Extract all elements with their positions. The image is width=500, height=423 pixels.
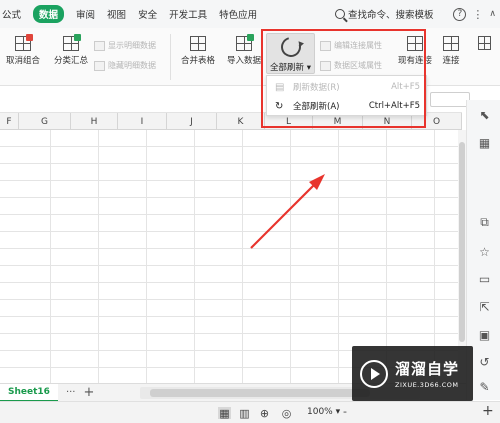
add-sheet-button[interactable]: + xyxy=(83,385,94,400)
play-logo-icon xyxy=(360,359,388,388)
ribbon-separator xyxy=(170,34,171,80)
menu-right-controls: ? ⋮ ∧ xyxy=(453,0,496,28)
merge-tables-button[interactable]: 合并表格 xyxy=(175,36,221,66)
menu-view[interactable]: 视图 xyxy=(101,0,132,28)
existing-connection-label: 现有连接 xyxy=(397,56,432,66)
table-icon[interactable]: ▦ xyxy=(478,136,491,150)
refresh-all-item-label: 全部刷新(A) xyxy=(293,102,340,112)
hide-detail-label: 隐藏明细数据 xyxy=(108,61,156,70)
subtotal-label: 分类汇总 xyxy=(53,56,88,66)
refresh-data-icon: ▤ xyxy=(275,81,285,93)
edit-connection-label: 编辑连接属性 xyxy=(334,41,382,50)
ungroup-button[interactable]: 取消组合 xyxy=(0,34,48,66)
show-detail-button[interactable]: 显示明细数据 xyxy=(94,40,156,51)
column-header[interactable]: K xyxy=(217,113,265,130)
menu-formulas[interactable]: 公式 xyxy=(0,0,27,28)
refresh-all-label: 全部刷新 ▾ xyxy=(270,63,311,73)
refresh-data-label: 刷新数据(R) xyxy=(293,83,340,93)
watermark-title: 溜溜自学 xyxy=(395,360,460,378)
refresh-all-button[interactable]: 全部刷新 ▾ xyxy=(266,33,315,74)
edit-connection-icon xyxy=(320,40,331,51)
ungroup-label: 取消组合 xyxy=(5,56,40,66)
collapse-ribbon-icon[interactable]: ∧ xyxy=(489,9,496,19)
archive-icon[interactable]: ▭ xyxy=(478,272,491,286)
select-cursor-icon[interactable]: ⬉ xyxy=(478,108,491,122)
status-bar: ▦ ▥ ⊕ ◎ 100% ▾ - + xyxy=(0,401,500,423)
image-icon[interactable]: ▣ xyxy=(478,328,491,342)
subtotal-button[interactable]: 分类汇总 xyxy=(50,34,92,66)
connect-button[interactable]: 连接 xyxy=(438,36,464,66)
page-layout-icon[interactable]: ▥ xyxy=(238,407,251,420)
subtotal-icon xyxy=(63,34,81,51)
merge-tables-label: 合并表格 xyxy=(180,56,215,66)
refresh-all-icon: ↻ xyxy=(275,100,284,112)
connect-label: 连接 xyxy=(442,56,460,66)
refresh-data-item[interactable]: ▤ 刷新数据(R) Alt+F5 xyxy=(267,78,426,96)
copy-icon[interactable]: ⧉ xyxy=(478,215,491,229)
refresh-data-shortcut: Alt+F5 xyxy=(391,82,420,92)
search-label: 查找命令、搜索模板 xyxy=(348,10,434,21)
column-header[interactable]: F xyxy=(0,113,19,130)
watermark: 溜溜自学 ZIXUE.3D66.COM xyxy=(352,346,473,401)
menu-security[interactable]: 安全 xyxy=(132,0,163,28)
existing-connection-button[interactable]: 现有连接 xyxy=(394,36,436,66)
sheet-tab-sheet16[interactable]: Sheet16 xyxy=(0,383,58,402)
zoom-in-button[interactable]: + xyxy=(482,403,494,419)
edit-connection-button[interactable]: 编辑连接属性 xyxy=(320,40,382,51)
page-break-icon[interactable]: ⊕ xyxy=(258,407,271,420)
zoom-out-button[interactable]: - xyxy=(343,405,347,418)
data-range-label: 数据区域属性 xyxy=(334,61,382,70)
zoom-level[interactable]: 100% ▾ xyxy=(307,407,340,417)
command-search[interactable]: 查找命令、搜索模板 xyxy=(335,0,434,28)
history-icon[interactable]: ↺ xyxy=(478,355,491,369)
refresh-all-shortcut: Ctrl+Alt+F5 xyxy=(368,101,420,111)
share-icon[interactable]: ⇱ xyxy=(478,300,491,314)
column-header[interactable]: J xyxy=(167,113,217,130)
import-data-button[interactable]: 导入数据 xyxy=(224,34,264,66)
import-data-icon xyxy=(236,34,254,51)
menu-data[interactable]: 数据 xyxy=(27,0,70,28)
help-icon[interactable]: ? xyxy=(453,7,467,21)
extra-ribbon-button[interactable] xyxy=(472,36,496,53)
column-header[interactable]: I xyxy=(118,113,167,130)
menu-developer[interactable]: 开发工具 xyxy=(163,0,213,28)
search-icon xyxy=(335,9,345,19)
data-range-button[interactable]: 数据区域属性 xyxy=(320,60,382,71)
refresh-dropdown-menu: ▤ 刷新数据(R) Alt+F5 ↻ 全部刷新(A) Ctrl+Alt+F5 xyxy=(266,75,427,116)
refresh-all-item[interactable]: ↻ 全部刷新(A) Ctrl+Alt+F5 xyxy=(267,97,426,115)
merge-tables-icon xyxy=(190,36,206,51)
more-sheets-icon[interactable]: ··· xyxy=(66,387,76,398)
horizontal-scroll-thumb[interactable] xyxy=(150,389,370,397)
formula-input[interactable] xyxy=(430,92,470,107)
data-range-icon xyxy=(320,60,331,71)
hide-detail-button[interactable]: 隐藏明细数据 xyxy=(94,60,156,71)
eye-protection-icon[interactable]: ◎ xyxy=(280,407,293,420)
show-detail-icon xyxy=(94,40,105,51)
watermark-url: ZIXUE.3D66.COM xyxy=(395,381,459,389)
import-data-label: 导入数据 xyxy=(226,56,261,66)
column-header[interactable]: G xyxy=(19,113,71,130)
tools-icon[interactable]: ✎ xyxy=(478,380,491,394)
normal-view-icon[interactable]: ▦ xyxy=(218,407,231,420)
menu-features[interactable]: 特色应用 xyxy=(213,0,263,28)
ungroup-icon xyxy=(15,34,33,51)
existing-connection-icon xyxy=(407,36,423,51)
more-icon[interactable]: ⋮ xyxy=(472,8,483,21)
extra-icon xyxy=(477,36,491,50)
menu-bar: 公式 数据 审阅 视图 安全 开发工具 特色应用 查找命令、搜索模板 ? ⋮ ∧ xyxy=(0,0,500,28)
vertical-scroll-thumb[interactable] xyxy=(459,142,465,342)
hide-detail-icon xyxy=(94,60,105,71)
menu-review[interactable]: 审阅 xyxy=(70,0,101,28)
annotation-arrow xyxy=(250,174,325,249)
refresh-icon xyxy=(276,33,305,61)
column-header[interactable]: H xyxy=(71,113,118,130)
show-detail-label: 显示明细数据 xyxy=(108,41,156,50)
connect-icon xyxy=(443,36,459,51)
star-icon[interactable]: ☆ xyxy=(478,245,491,259)
